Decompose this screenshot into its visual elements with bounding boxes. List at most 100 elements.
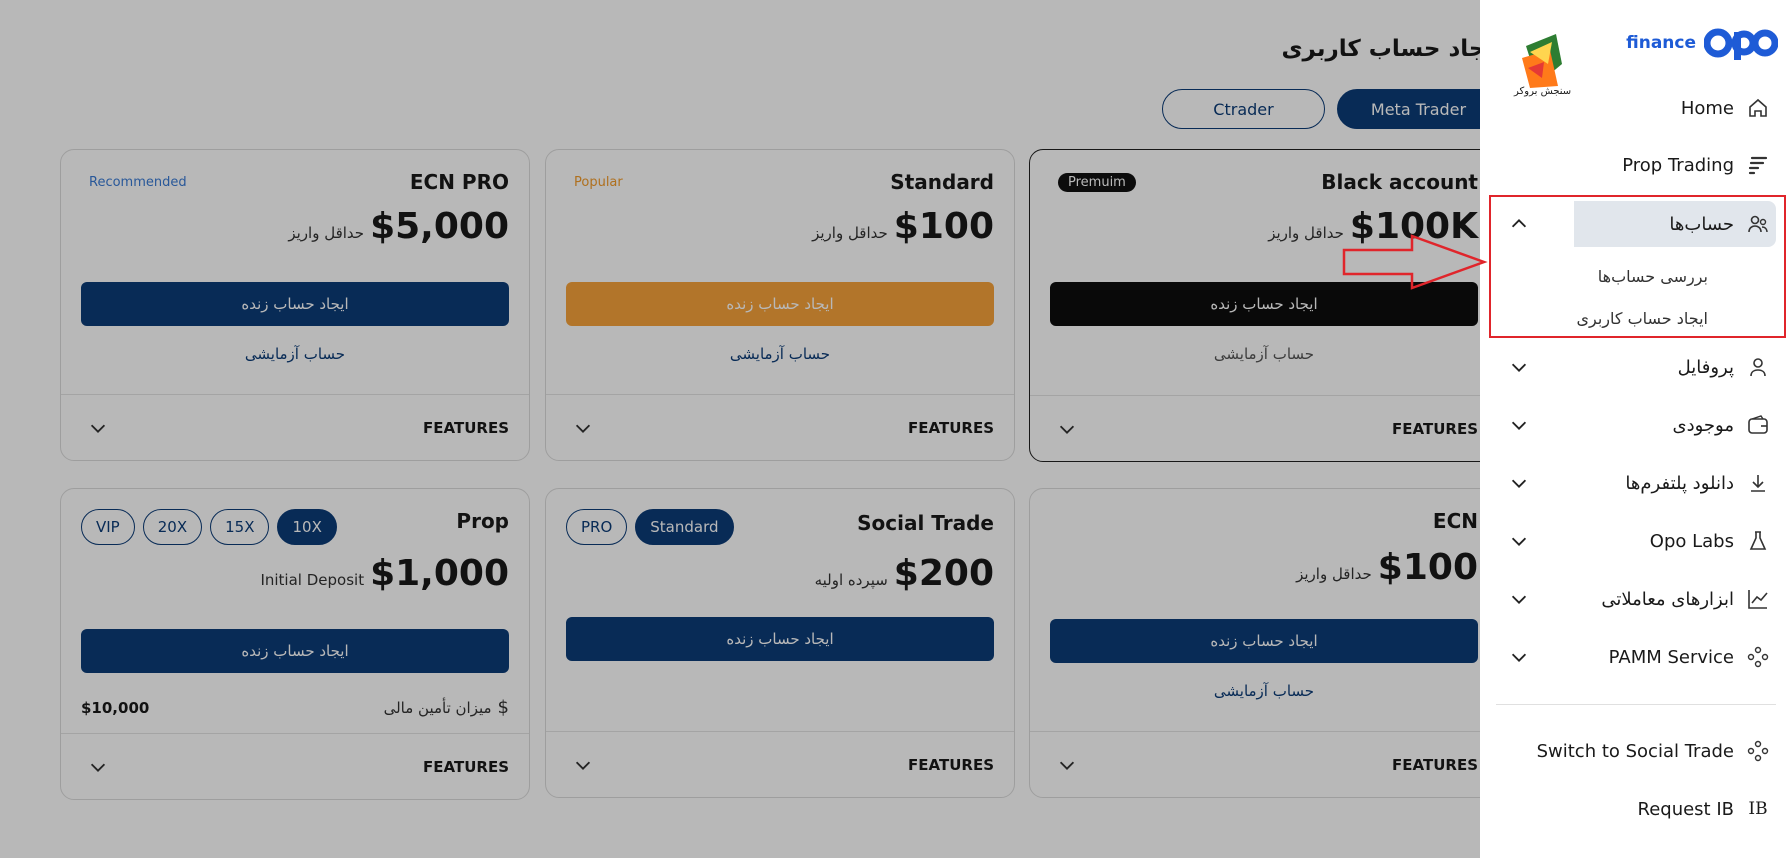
chart-line-icon xyxy=(1748,590,1768,609)
nav-prop-trading-label: Prop Trading xyxy=(1622,154,1734,176)
chevron-down-icon xyxy=(90,424,106,433)
nav-balance-label: موجودی xyxy=(1672,414,1734,436)
chevron-down-icon[interactable] xyxy=(1508,414,1530,436)
nav-download-platforms[interactable]: دانلود پلتفرم‌ها xyxy=(1625,460,1770,506)
create-live-account-button[interactable]: ایجاد حساب زنده xyxy=(566,282,994,326)
create-live-account-button[interactable]: ایجاد حساب زنده xyxy=(566,617,994,661)
funding-row: $10,000 میزان تأمین مالی $ xyxy=(81,697,509,718)
social-type-pills: PRO Standard xyxy=(566,509,734,545)
card-name: Social Trade xyxy=(857,511,994,535)
amount-row: Initial Deposit $1,000 xyxy=(260,553,509,594)
page-title: ایجاد حساب کاربری xyxy=(1281,36,1502,62)
amount-label: حداقل واریز xyxy=(288,224,365,242)
amount-row: حداقل واریز $5,000 xyxy=(288,206,509,247)
nav-switch-social-trade[interactable]: Switch to Social Trade xyxy=(1537,728,1770,774)
nav-balance[interactable]: موجودی xyxy=(1673,402,1770,448)
pill-vip[interactable]: VIP xyxy=(81,509,135,545)
nav-switch-label: Switch to Social Trade xyxy=(1536,740,1734,762)
features-toggle[interactable]: FEATURES xyxy=(61,733,529,799)
features-label: FEATURES xyxy=(1392,420,1478,438)
chevron-down-icon[interactable] xyxy=(1508,530,1530,552)
tab-meta-trader[interactable]: Meta Trader xyxy=(1337,89,1500,129)
features-label: FEATURES xyxy=(908,756,994,774)
brand-logo[interactable]: finance xyxy=(1626,26,1778,60)
nav-profile[interactable]: پروفایل xyxy=(1678,344,1770,390)
nav-request-ib-label: Request IB xyxy=(1637,798,1735,820)
platform-tabs: Ctrader Meta Trader xyxy=(1162,89,1500,129)
features-label: FEATURES xyxy=(1392,756,1478,774)
arrow-annotation-icon xyxy=(1342,234,1488,290)
create-live-account-button[interactable]: ایجاد حساب زنده xyxy=(81,629,509,673)
brand-finance-text: finance xyxy=(1626,33,1696,53)
home-icon xyxy=(1749,98,1767,117)
tab-ctrader[interactable]: Ctrader xyxy=(1162,89,1325,129)
nav-trading-tools[interactable]: ابزارهای معاملاتی xyxy=(1601,576,1770,622)
card-name: Black account xyxy=(1321,170,1478,194)
pill-standard[interactable]: Standard xyxy=(635,509,734,545)
features-toggle[interactable]: FEATURES xyxy=(546,394,1014,460)
broker-logo-text: سنجش بروکر xyxy=(1514,86,1572,97)
card-ecn: ECN حداقل واریز $100 ایجاد حساب زنده حسا… xyxy=(1029,488,1499,798)
funding-value: $10,000 xyxy=(81,698,150,717)
create-live-account-button[interactable]: ایجاد حساب زنده xyxy=(81,282,509,326)
prop-level-pills: VIP 20X 15X 10X xyxy=(81,509,337,545)
features-label: FEATURES xyxy=(423,419,509,437)
chevron-down-icon[interactable] xyxy=(1508,588,1530,610)
prop-trading-icon xyxy=(1748,156,1768,175)
nav-profile-label: پروفایل xyxy=(1677,356,1734,378)
group-icon xyxy=(1747,646,1769,668)
card-black-account: Premuim Black account حداقل واریز $100K … xyxy=(1029,149,1499,462)
card-name: ECN PRO xyxy=(409,170,509,194)
highlight-box xyxy=(1489,195,1786,338)
amount-row: حداقل واریز $100 xyxy=(812,206,994,247)
features-label: FEATURES xyxy=(908,419,994,437)
download-icon xyxy=(1751,475,1765,492)
demo-account-link[interactable]: حساب آزمایشی xyxy=(546,345,1014,363)
dollar-icon: $ xyxy=(497,697,509,718)
chevron-down-icon[interactable] xyxy=(1508,472,1530,494)
chevron-down-icon xyxy=(1059,761,1075,770)
amount-label: سپرده اولیه xyxy=(814,571,888,589)
pill-10x[interactable]: 10X xyxy=(277,509,337,545)
demo-account-link[interactable]: حساب آزمایشی xyxy=(1030,345,1498,363)
features-toggle[interactable]: FEATURES xyxy=(1030,395,1498,461)
chevron-down-icon xyxy=(90,763,106,772)
funding-label-wrap: میزان تأمین مالی $ xyxy=(384,697,509,718)
ib-icon: IB xyxy=(1748,799,1768,819)
features-toggle[interactable]: FEATURES xyxy=(546,731,1014,797)
nav-home-label: Home xyxy=(1680,97,1734,119)
chevron-down-icon xyxy=(1059,425,1075,434)
chevron-down-icon[interactable] xyxy=(1508,356,1530,378)
amount-row: سپرده اولیه $200 xyxy=(815,553,994,594)
opo-logo-icon xyxy=(1704,28,1778,60)
create-live-account-button[interactable]: ایجاد حساب زنده xyxy=(1050,619,1478,663)
chevron-down-icon[interactable] xyxy=(1508,646,1530,668)
amount-label: حداقل واریز xyxy=(1268,224,1344,242)
pill-pro[interactable]: PRO xyxy=(566,509,628,545)
demo-account-link[interactable]: حساب آزمایشی xyxy=(61,345,529,363)
pill-20x[interactable]: 20X xyxy=(142,509,203,545)
amount-label: Initial Deposit xyxy=(260,571,365,589)
pill-15x[interactable]: 15X xyxy=(210,509,270,545)
wallet-icon xyxy=(1748,415,1768,434)
amount-label: حداقل واریز xyxy=(812,224,888,242)
features-toggle[interactable]: FEATURES xyxy=(1030,731,1498,797)
broker-logo: سنجش بروکر xyxy=(1508,28,1580,102)
flask-icon xyxy=(1749,531,1767,550)
chevron-down-icon xyxy=(575,761,591,770)
nav-home[interactable]: Home xyxy=(1681,85,1770,131)
nav-request-ib[interactable]: Request IB IB xyxy=(1638,786,1771,832)
features-toggle[interactable]: FEATURES xyxy=(61,394,529,460)
amount-value: $100 xyxy=(1377,547,1478,588)
amount-value: $5,000 xyxy=(370,206,509,247)
funding-label: میزان تأمین مالی xyxy=(383,698,492,717)
nav-prop-trading[interactable]: Prop Trading xyxy=(1622,142,1770,188)
nav-pamm-label: PAMM Service xyxy=(1608,646,1734,668)
amount-value: $1,000 xyxy=(370,553,509,594)
demo-account-link[interactable]: حساب آزمایشی xyxy=(1030,682,1498,700)
amount-row: حداقل واریز $100 xyxy=(1296,547,1478,588)
nav-download-label: دانلود پلتفرم‌ها xyxy=(1625,472,1734,494)
nav-pamm-service[interactable]: PAMM Service xyxy=(1609,634,1770,680)
nav-opo-labs[interactable]: Opo Labs xyxy=(1650,518,1770,564)
amount-label: حداقل واریز xyxy=(1296,565,1372,583)
